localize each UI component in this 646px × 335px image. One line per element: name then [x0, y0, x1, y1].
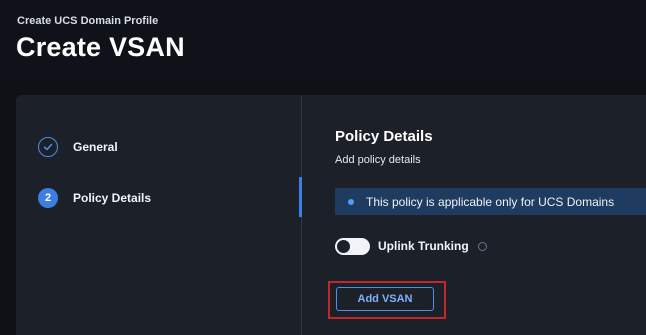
step-label: General [73, 140, 118, 154]
info-banner-text: This policy is applicable only for UCS D… [366, 194, 615, 209]
step-general[interactable]: General [38, 135, 118, 159]
wizard-panel: General 2 Policy Details Policy Details … [16, 95, 646, 335]
policy-details-section: Policy Details Add policy details This p… [328, 95, 646, 335]
uplink-trunking-row: Uplink Trunking [335, 236, 487, 256]
page-header: Create UCS Domain Profile Create VSAN [0, 0, 646, 80]
section-title: Policy Details [335, 128, 433, 145]
active-step-indicator [299, 177, 302, 217]
help-icon[interactable] [477, 241, 487, 251]
toggle-knob [337, 239, 350, 253]
section-subtitle: Add policy details [335, 154, 421, 166]
uplink-trunking-label: Uplink Trunking [378, 239, 469, 253]
wizard-steps: General 2 Policy Details [16, 95, 302, 335]
breadcrumb[interactable]: Create UCS Domain Profile [17, 15, 158, 27]
uplink-trunking-toggle[interactable] [335, 237, 370, 255]
page-title: Create VSAN [16, 32, 185, 62]
check-icon [43, 143, 53, 151]
step-label: Policy Details [73, 191, 152, 205]
info-icon [348, 198, 354, 205]
check-circle-icon [38, 137, 58, 157]
add-vsan-button[interactable]: Add VSAN [336, 287, 434, 311]
info-banner: This policy is applicable only for UCS D… [335, 188, 646, 215]
step-policy-details[interactable]: 2 Policy Details [38, 186, 151, 210]
step-number-badge: 2 [38, 188, 58, 208]
